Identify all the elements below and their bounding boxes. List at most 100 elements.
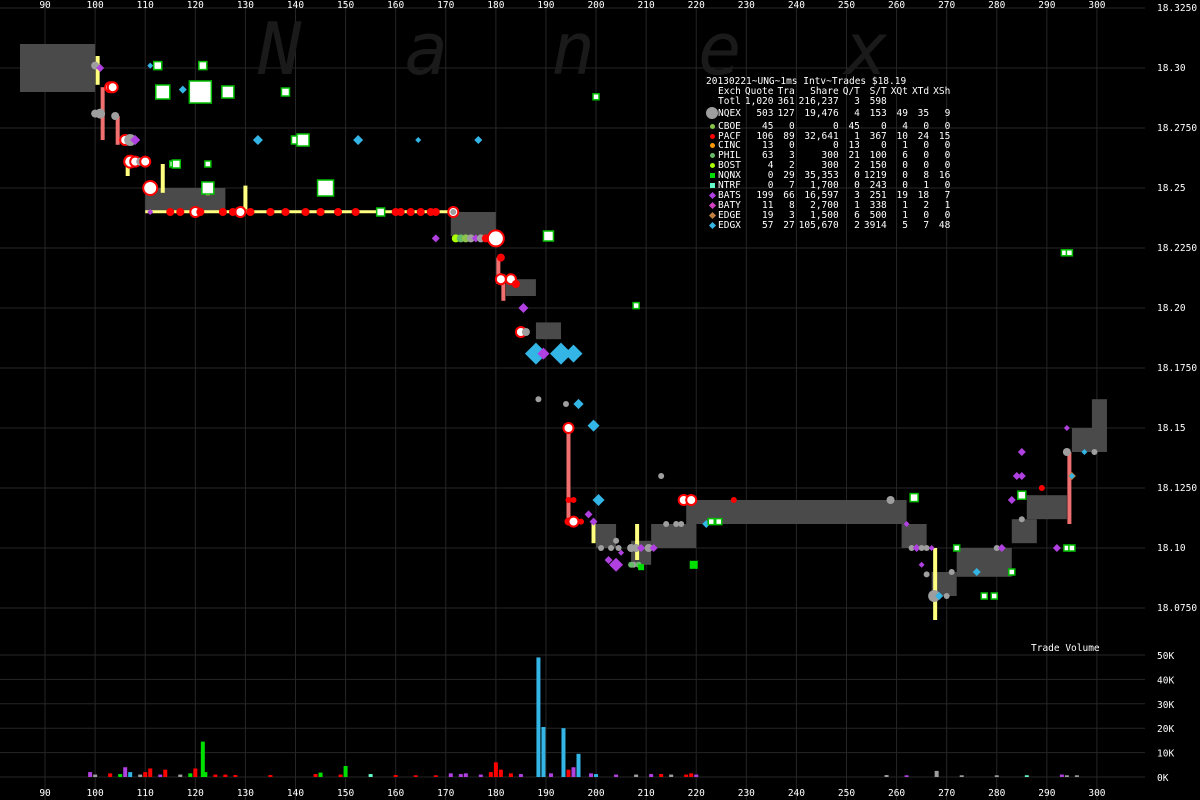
chart-canvas: N a n e x 90 90 100 100 110 110 120 120 130 130 14…	[0, 0, 1200, 800]
volume-bar-nqex	[634, 774, 639, 777]
trade-point-pacf	[567, 515, 580, 528]
trade-point-nqex	[608, 545, 615, 551]
trade-point-nqex	[658, 473, 665, 479]
x-tick-label-bottom: 120	[187, 788, 204, 799]
legend-cell: 27	[783, 219, 795, 231]
legend-cell: 9	[944, 108, 951, 120]
trade-point-edgx	[564, 344, 583, 363]
legend-marker-bost	[709, 163, 715, 169]
trade-point-nqex	[948, 569, 955, 575]
volume-bar-edgx	[128, 772, 133, 777]
trade-point-bats	[431, 234, 440, 243]
x-tick-label-top: 120	[187, 0, 204, 11]
volume-tick-label: 40K	[1157, 675, 1174, 686]
trade-point-pacf	[316, 208, 325, 216]
price-tick-label: 18.1750	[1157, 363, 1197, 374]
x-tick-label-bottom: 100	[87, 788, 104, 799]
trade-point-pacf	[266, 208, 275, 216]
legend-cell: 48	[938, 219, 951, 231]
trade-point-edgx	[178, 85, 187, 94]
legend-cell: 5	[902, 219, 908, 231]
volume-bar-nqnx	[343, 766, 348, 777]
price-tick-label: 18.20	[1157, 303, 1186, 314]
price-volume-chart: N a n e x 909010010011011012012013013014…	[0, 0, 1197, 800]
trade-point-nqnx	[638, 564, 645, 571]
volume-bar-pacf	[684, 774, 689, 777]
volume-bar-bats	[1059, 774, 1064, 777]
x-tick-label-bottom: 220	[688, 788, 705, 799]
volume-bar-pacf	[413, 775, 418, 777]
trade-point-nqex	[450, 209, 457, 215]
volume-bar-edgx	[576, 753, 581, 777]
trade-point-nqex	[562, 401, 569, 407]
nbbo-spread-box	[1026, 495, 1067, 520]
x-tick-label-top: 280	[988, 0, 1005, 11]
trade-point-pacf	[142, 180, 159, 196]
legend-cell: 3914	[863, 219, 887, 231]
x-tick-label-bottom: 270	[938, 788, 955, 799]
legend-total-label: Totl	[718, 95, 741, 107]
trade-point-pacf	[246, 208, 255, 216]
x-tick-label-top: 190	[537, 0, 554, 11]
volume-bar-edgx	[541, 726, 546, 777]
legend-total-cell: 361	[777, 95, 795, 107]
legend-marker-edge	[708, 211, 716, 219]
volume-bar-nqex	[994, 775, 999, 777]
x-tick-label-bottom: 90	[39, 788, 51, 799]
x-tick-label-top: 210	[638, 0, 655, 11]
trade-point-ntrf	[188, 80, 213, 104]
trade-point-ntrf	[280, 87, 291, 97]
trade-point-ntrf	[1065, 249, 1074, 257]
x-tick-label-top: 230	[738, 0, 755, 11]
quote-change-bar	[566, 425, 571, 522]
volume-bar-nqex	[138, 774, 143, 777]
trade-point-ntrf	[990, 592, 999, 600]
price-tick-label: 18.0750	[1157, 603, 1197, 614]
trade-point-ntrf	[204, 160, 212, 168]
trade-point-pacf	[496, 253, 505, 262]
x-tick-label-top: 150	[337, 0, 354, 11]
volume-bar-nqex	[669, 774, 674, 777]
trade-point-pacf	[351, 208, 360, 216]
volume-bar-nqnx	[318, 772, 323, 777]
x-tick-label-bottom: 110	[137, 788, 154, 799]
volume-bar-bats	[123, 767, 128, 777]
trade-point-pacf	[166, 208, 175, 216]
x-tick-label-bottom: 130	[237, 788, 254, 799]
volume-bar-nqex	[1074, 775, 1079, 777]
trade-point-nqex	[613, 537, 620, 544]
legend-total-cell: 1,020	[744, 95, 774, 107]
volume-bar-edgx	[561, 728, 566, 777]
trade-point-bats	[1007, 496, 1016, 504]
x-tick-label-bottom: 260	[888, 788, 905, 799]
nbbo-spread-box	[535, 322, 561, 340]
trade-point-pacf	[301, 208, 310, 216]
volume-bar-nqex	[93, 774, 98, 777]
volume-bar-ntrf	[1024, 775, 1029, 777]
legend-marker-cboe	[709, 123, 715, 129]
legend-header: XSh	[933, 85, 951, 97]
volume-bar-bats	[88, 772, 93, 777]
trade-point-pacf	[416, 208, 425, 216]
nbbo-spread-box	[901, 524, 927, 548]
volume-tick-label: 50K	[1157, 651, 1174, 662]
trade-point-pacf	[578, 518, 585, 525]
volume-bar-pacf	[108, 773, 113, 777]
exchange-legend: 20130221~UNG~1ms Intv~Trades $18.19 Exch…	[706, 77, 952, 231]
trade-point-nqex	[1062, 448, 1071, 456]
volume-bar-bats	[694, 774, 699, 777]
x-tick-label-bottom: 300	[1088, 788, 1105, 799]
legend-cell: 503	[756, 108, 774, 120]
volume-bar-nqnx	[188, 773, 193, 777]
x-tick-label-bottom: 150	[337, 788, 354, 799]
trade-point-ntrf	[542, 230, 555, 242]
quote-change-bar	[635, 524, 640, 560]
x-tick-label-top: 170	[437, 0, 454, 11]
trade-point-ntrf	[375, 207, 386, 217]
x-tick-label-bottom: 140	[287, 788, 304, 799]
volume-bar-bats	[518, 774, 523, 777]
x-tick-label-top: 290	[1038, 0, 1055, 11]
legend-cell: 57	[762, 219, 774, 231]
volume-bar-nqex	[934, 770, 939, 777]
nbbo-spread-box	[956, 548, 1012, 577]
